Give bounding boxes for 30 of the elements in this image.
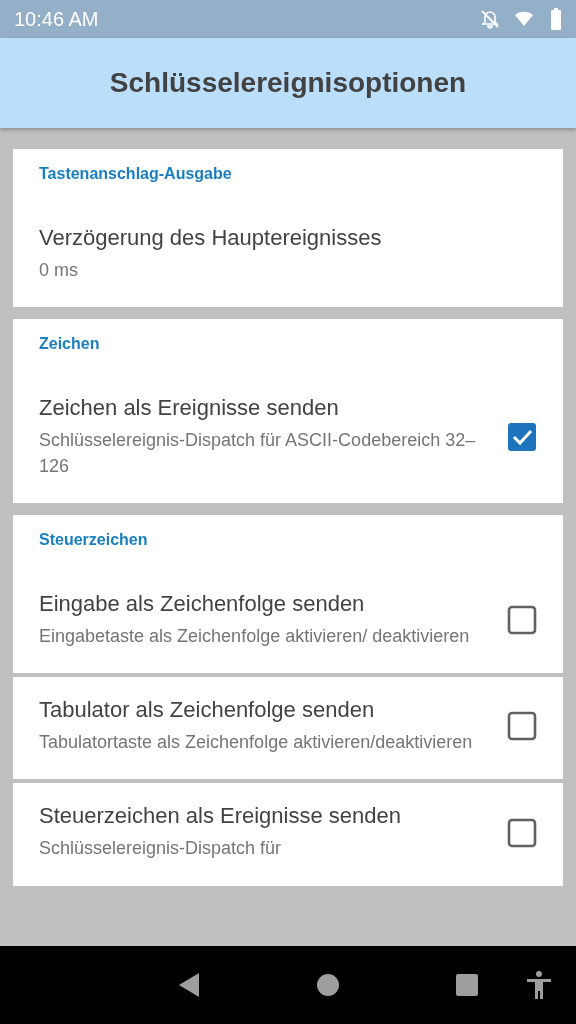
- setting-summary: Schlüsselereignis-Dispatch für: [39, 837, 283, 861]
- setting-title: Steuerzeichen als Ereignisse senden: [39, 803, 401, 830]
- settings-card[interactable]: Zeichen Zeichen als Ereignisse senden Schlüsselereignis-Dispatch für ASCII-Codebereich 32–126: [13, 319, 563, 504]
- bell-off-icon: [480, 9, 500, 29]
- setting-title: Eingabe als Zeichenfolge senden: [39, 591, 366, 618]
- section-header: Tastenanschlag-Ausgabe: [39, 165, 233, 183]
- checkbox[interactable]: [507, 817, 537, 848]
- settings-card[interactable]: Tabulator als Zeichenfolge senden Tabulatortaste als Zeichenfolge aktivieren/deaktivieren: [13, 677, 563, 780]
- settings-card[interactable]: Steuerzeichen als Ereignisse senden Schlüsselereignis-Dispatch für: [13, 783, 563, 886]
- section-header: Steuerzeichen: [39, 531, 149, 550]
- page-title: Schlüsselereignisoptionen: [109, 67, 467, 99]
- setting-summary: Schlüsselereignis-Dispatch für ASCII-Codebereich 32–126: [39, 429, 477, 479]
- setting-title: Tabulator als Zeichenfolge senden: [39, 697, 376, 724]
- back-icon[interactable]: [177, 972, 202, 998]
- section-header: Zeichen: [39, 335, 101, 354]
- status-time: 10:46 AM: [14, 7, 99, 31]
- settings-card[interactable]: Tastenanschlag-Ausgabe Verzögerung des Hauptereignisses 0 ms: [13, 149, 563, 308]
- setting-summary: 0 ms: [39, 259, 79, 282]
- checkbox[interactable]: [507, 605, 537, 636]
- checkbox[interactable]: [507, 422, 537, 453]
- home-icon[interactable]: [316, 973, 340, 997]
- accessibility-icon[interactable]: [526, 971, 552, 999]
- setting-summary: Eingabetaste als Zeichenfolge aktivieren/ deaktivieren: [39, 625, 470, 649]
- setting-title: Verzögerung des Hauptereignisses: [39, 225, 382, 251]
- checkbox[interactable]: [507, 711, 537, 742]
- setting-summary: Tabulatortaste als Zeichenfolge aktivieren/deaktivieren: [39, 731, 473, 755]
- setting-title: Zeichen als Ereignisse senden: [39, 395, 340, 422]
- settings-card[interactable]: Steuerzeichen Eingabe als Zeichenfolge senden Eingabetaste als Zeichenfolge aktivieren/ deaktivieren: [13, 515, 563, 674]
- recents-icon[interactable]: [454, 973, 479, 997]
- battery-icon: [550, 8, 562, 30]
